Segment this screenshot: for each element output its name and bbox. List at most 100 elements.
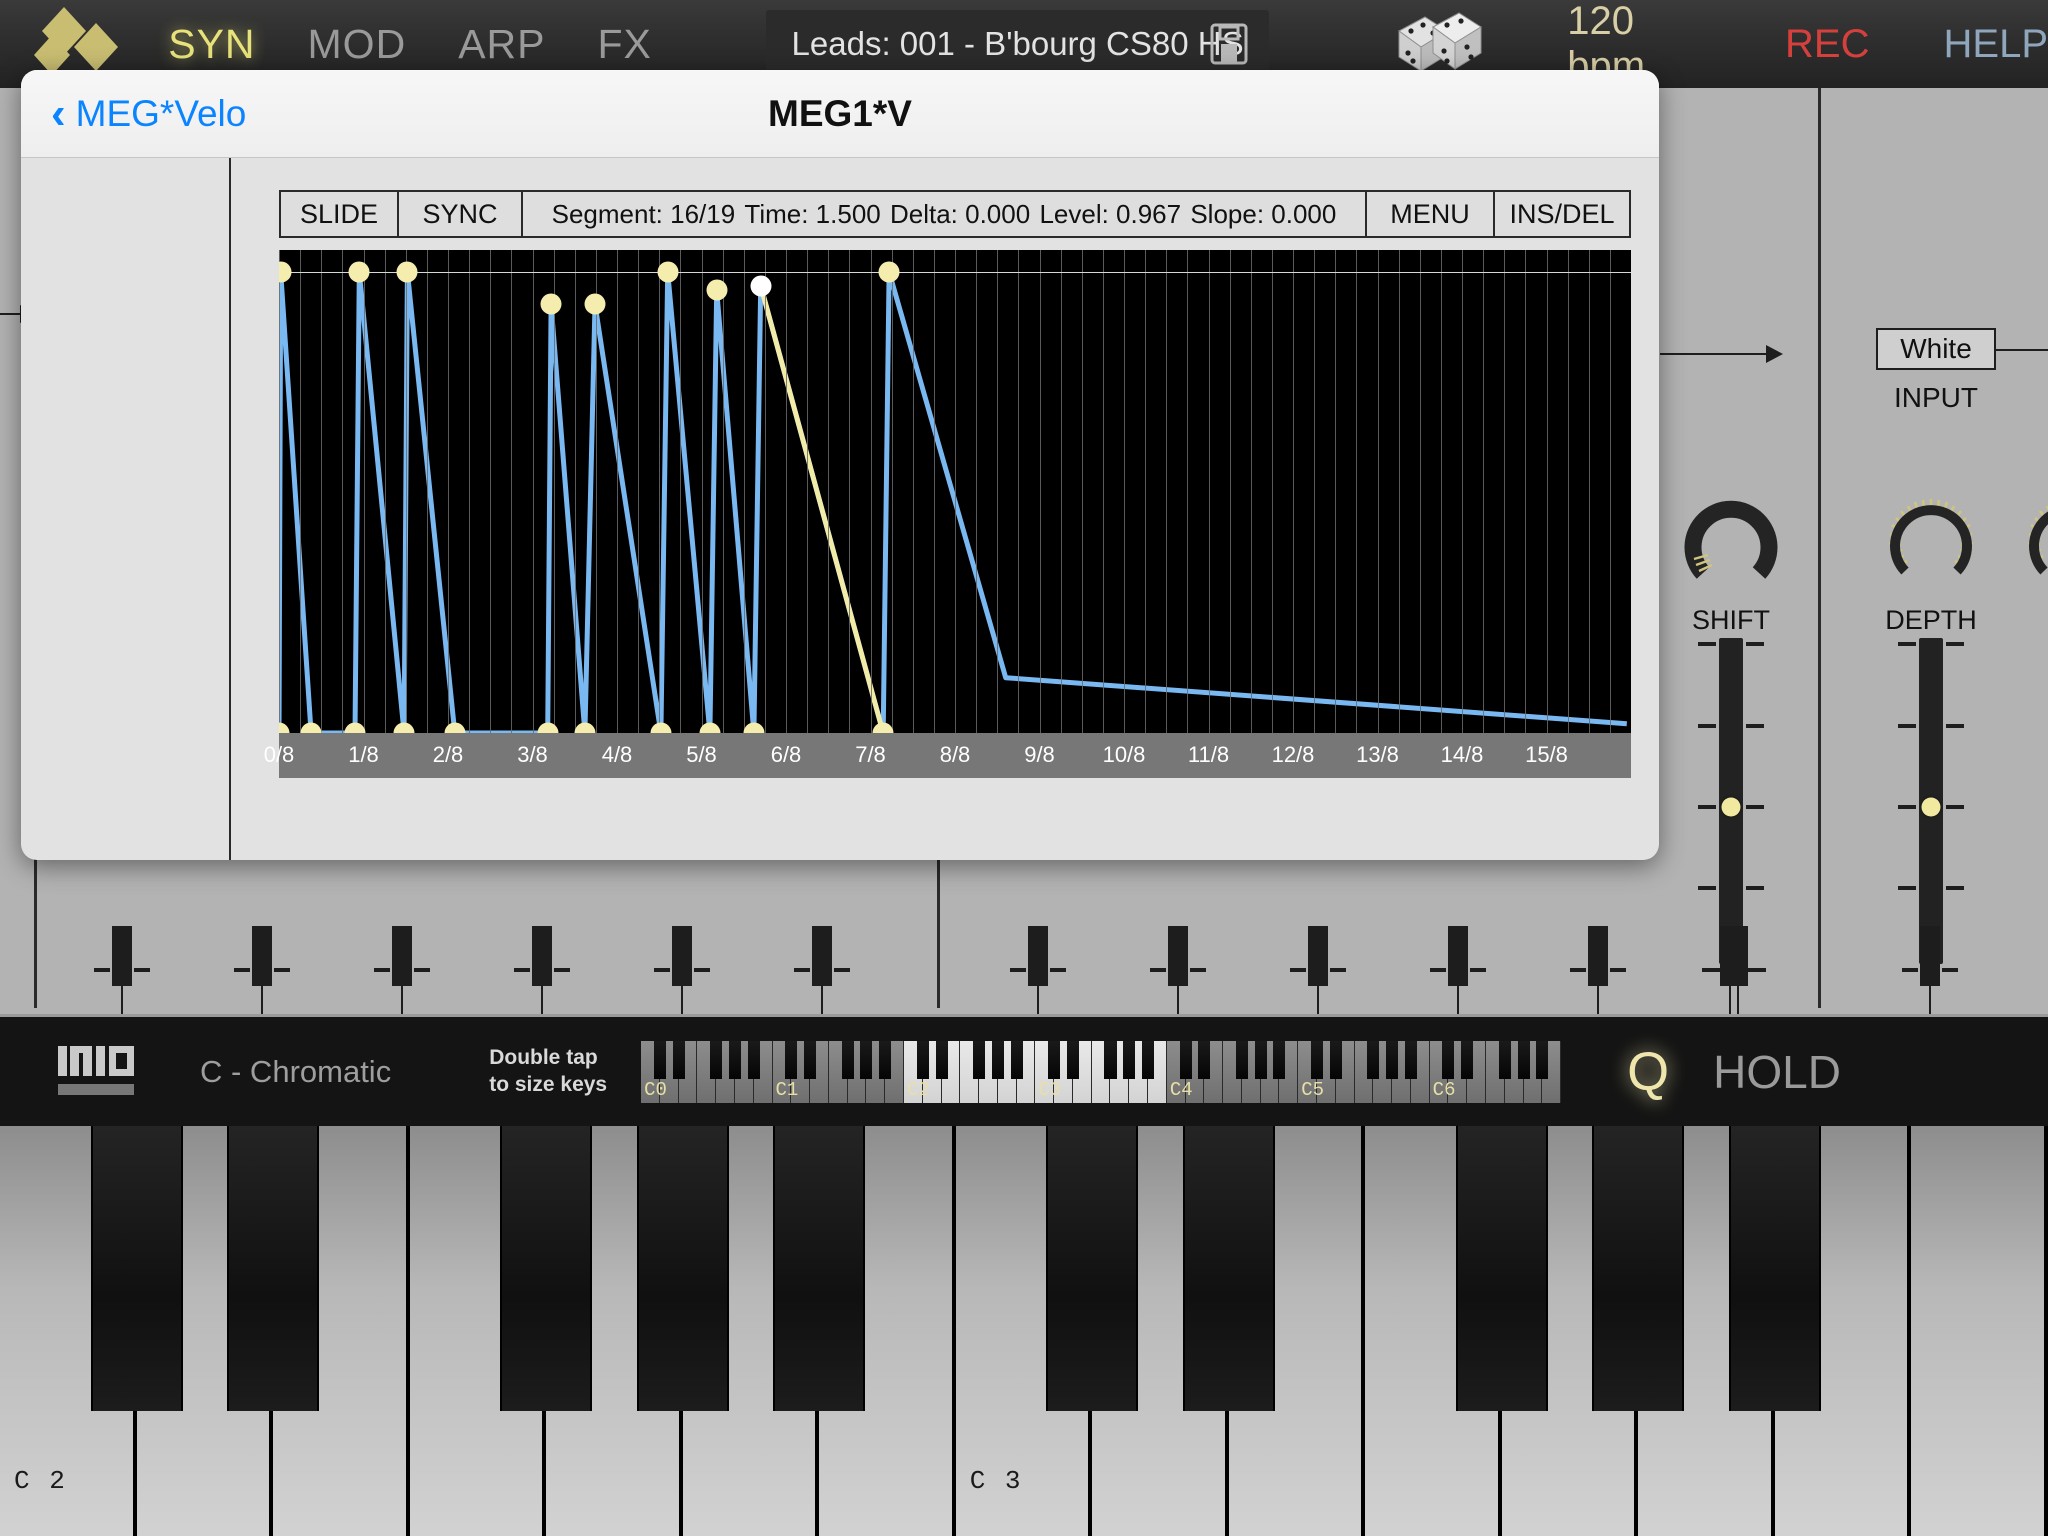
shift-knob[interactable] [1683, 493, 1779, 589]
slide-button[interactable]: SLIDE [281, 192, 399, 236]
mini-octave-label: C4 [1169, 1078, 1193, 1101]
mini-octave-label: C5 [1301, 1078, 1325, 1101]
mini-black-key[interactable] [1517, 1040, 1530, 1079]
piano-black-key[interactable] [1728, 1126, 1821, 1411]
grid-line [1102, 250, 1104, 733]
rec-button[interactable]: REC [1785, 22, 1869, 67]
mini-black-key[interactable] [1311, 1040, 1324, 1079]
mini-black-key[interactable] [1104, 1040, 1117, 1079]
mini-black-key[interactable] [1254, 1040, 1267, 1079]
x-tick-label: 9/8 [1024, 742, 1055, 767]
mini-black-key[interactable] [841, 1040, 854, 1079]
envelope-node[interactable] [540, 293, 562, 315]
mini-black-key[interactable] [1536, 1040, 1549, 1079]
grid-line [1039, 250, 1041, 733]
grid-line [405, 250, 407, 733]
mini-black-key[interactable] [1442, 1040, 1455, 1079]
noise-input-select[interactable]: White [1876, 328, 1996, 370]
depth-knob[interactable] [1883, 493, 1979, 589]
grid-line [976, 250, 978, 733]
mini-black-key[interactable] [1498, 1040, 1511, 1079]
slider-handle[interactable] [1721, 797, 1741, 817]
help-button[interactable]: HELP [1944, 22, 2048, 67]
mini-black-key[interactable] [785, 1040, 798, 1079]
tab-mod[interactable]: MOD [308, 23, 407, 65]
mini-black-key[interactable] [1142, 1040, 1155, 1079]
mini-black-key[interactable] [1048, 1040, 1061, 1079]
mini-black-key[interactable] [1010, 1040, 1023, 1079]
envelope-node[interactable] [657, 261, 679, 283]
grid-line [1588, 250, 1590, 733]
tab-syn[interactable]: SYN [168, 23, 255, 65]
piano-white-key[interactable] [1911, 1126, 2048, 1536]
piano-black-key[interactable] [636, 1126, 729, 1411]
grid-line [1166, 250, 1168, 733]
depth-slider[interactable] [1851, 638, 2011, 968]
piano-black-key[interactable] [1455, 1126, 1548, 1411]
scale-label[interactable]: C - Chromatic [200, 1054, 391, 1090]
mini-black-key[interactable] [1461, 1040, 1474, 1079]
hold-button[interactable]: HOLD [1713, 1045, 1841, 1099]
envelope-node[interactable] [878, 261, 900, 283]
slider-handle[interactable] [1921, 797, 1941, 817]
mini-black-key[interactable] [1386, 1040, 1399, 1079]
mini-black-key[interactable] [1273, 1040, 1286, 1079]
mini-black-key[interactable] [1329, 1040, 1342, 1079]
mini-black-key[interactable] [860, 1040, 873, 1079]
mini-black-key[interactable] [879, 1040, 892, 1079]
piano-black-key[interactable] [227, 1126, 320, 1411]
piano-black-key[interactable] [1046, 1126, 1139, 1411]
piano-black-key[interactable] [1182, 1126, 1275, 1411]
ins-del-button[interactable]: INS/DEL [1495, 192, 1629, 236]
envelope-node[interactable] [584, 293, 606, 315]
mini-keyboard-overview[interactable]: C0 C1 C2 C3 C4 C5 C6 [641, 1040, 1562, 1103]
envelope-graph[interactable] [279, 250, 1631, 778]
midi-bar: C - Chromatic Double tap to size keys C0… [0, 1014, 2048, 1126]
mini-black-key[interactable] [1235, 1040, 1248, 1079]
dice-icon[interactable] [1389, 9, 1489, 79]
mini-black-key[interactable] [1198, 1040, 1211, 1079]
piano-keyboard[interactable]: C 2 C 3 [0, 1126, 2048, 1536]
x-tick-label: 3/8 [517, 742, 548, 767]
mini-black-key[interactable] [973, 1040, 986, 1079]
sync-button[interactable]: SYNC [399, 192, 523, 236]
piano-black-key[interactable] [773, 1126, 866, 1411]
preset-selector[interactable]: Leads: 001 - B'bourg CS80 HS [765, 10, 1270, 78]
mini-black-key[interactable] [653, 1040, 666, 1079]
piano-black-key[interactable] [1592, 1126, 1685, 1411]
mini-black-key[interactable] [1404, 1040, 1417, 1079]
mini-black-key[interactable] [1066, 1040, 1079, 1079]
tab-arp[interactable]: ARP [458, 23, 545, 65]
mini-black-key[interactable] [804, 1040, 817, 1079]
slider-tick [332, 968, 472, 972]
mini-black-key[interactable] [1367, 1040, 1380, 1079]
grid-line [807, 250, 809, 733]
mini-black-key[interactable] [991, 1040, 1004, 1079]
x-tick-label: 14/8 [1440, 742, 1484, 767]
mini-black-key[interactable] [935, 1040, 948, 1079]
partial-knob[interactable] [2022, 493, 2048, 589]
mini-black-key[interactable] [728, 1040, 741, 1079]
piano-black-key[interactable] [500, 1126, 593, 1411]
mini-black-key[interactable] [1179, 1040, 1192, 1079]
mini-black-key[interactable] [672, 1040, 685, 1079]
shift-slider[interactable] [1651, 638, 1811, 968]
mini-black-key[interactable] [747, 1040, 760, 1079]
mini-black-key[interactable] [1123, 1040, 1136, 1079]
quantize-button[interactable]: Q [1627, 1041, 1669, 1103]
envelope-node[interactable] [396, 261, 418, 283]
mini-black-key[interactable] [710, 1040, 723, 1079]
envelope-node-selected[interactable] [750, 275, 772, 297]
envelope-node[interactable] [348, 261, 370, 283]
grid-line [279, 250, 280, 733]
signal-flow-line [1996, 349, 2048, 351]
tab-fx[interactable]: FX [598, 23, 652, 65]
slider-tick [1851, 886, 2011, 890]
envelope-node[interactable] [706, 279, 728, 301]
x-tick-label: 11/8 [1187, 742, 1230, 767]
envelope-polyline [279, 269, 1627, 736]
piano-black-key[interactable] [90, 1126, 183, 1411]
floppy-disk-icon[interactable] [1209, 22, 1249, 71]
mini-black-key[interactable] [916, 1040, 929, 1079]
menu-button[interactable]: MENU [1367, 192, 1495, 236]
